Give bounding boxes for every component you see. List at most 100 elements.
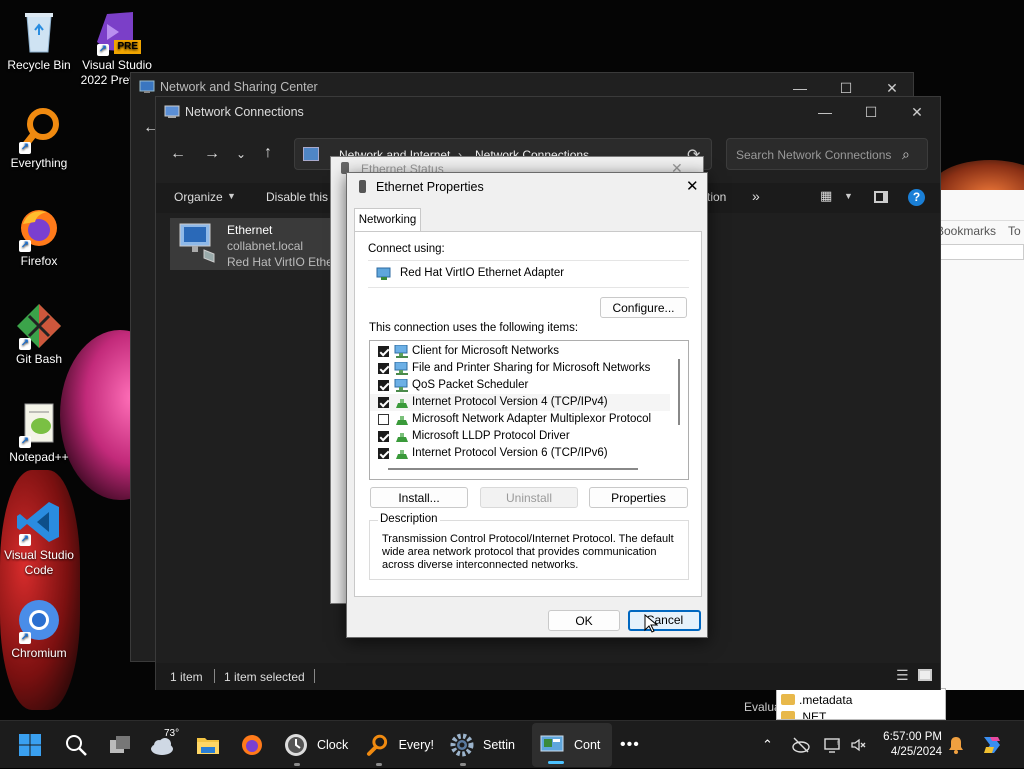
component-checkbox[interactable]	[378, 380, 389, 391]
clock-time: 6:57:00 PM	[883, 731, 942, 743]
weather-widget[interactable]: 73°	[150, 721, 179, 769]
show-hidden-icons-chevron[interactable]: ⌃	[762, 721, 773, 769]
horizontal-scrollbar[interactable]	[388, 468, 638, 470]
component-label: QoS Packet Scheduler	[412, 379, 529, 391]
more-commands-button[interactable]: »	[752, 188, 760, 204]
close-button[interactable]: ✕	[894, 97, 940, 127]
details-view-icon[interactable]: ☰	[896, 667, 909, 684]
component-list-item[interactable]: Internet Protocol Version 4 (TCP/IPv4)	[370, 394, 670, 411]
network-tray-icon[interactable]	[792, 721, 810, 769]
component-label: Microsoft LLDP Protocol Driver	[412, 430, 570, 442]
properties-button[interactable]: Properties	[589, 487, 688, 508]
search-box[interactable]: Search Network Connections ⌕	[726, 138, 928, 170]
desktop-icon-chromium[interactable]: ↗ Chromium	[0, 596, 78, 661]
adapter-name: Red Hat VirtIO Ethernet Adapter	[400, 267, 565, 279]
client-icon	[394, 345, 408, 358]
dialog-title: Ethernet Properties	[376, 180, 484, 194]
desktop-icon-everything[interactable]: ↗ Everything	[0, 106, 78, 171]
vertical-scrollbar[interactable]	[678, 359, 680, 425]
component-list-item[interactable]: QoS Packet Scheduler	[370, 377, 670, 394]
ethernet-properties-icon	[359, 180, 366, 193]
component-list-item[interactable]: File and Printer Sharing for Microsoft N…	[370, 360, 670, 377]
notifications-button[interactable]	[948, 721, 964, 769]
tools-menu[interactable]: To	[1008, 224, 1021, 238]
tab-networking[interactable]: Networking	[354, 208, 421, 232]
up-arrow-icon[interactable]: ↑	[264, 144, 272, 162]
system-clock[interactable]: 6:57:00 PM 4/25/2024	[878, 721, 942, 769]
ok-button[interactable]: OK	[548, 610, 620, 631]
uninstall-button[interactable]: Uninstall	[480, 487, 578, 508]
help-icon[interactable]: ?	[908, 189, 925, 206]
view-dropdown-icon[interactable]: ▼	[844, 191, 853, 201]
browser-window-partial[interactable]: Bookmarks To	[930, 190, 1024, 690]
folder-item[interactable]: .metadata	[799, 693, 852, 707]
large-icons-view-icon[interactable]	[918, 669, 932, 681]
cancel-button[interactable]: Cancel	[628, 610, 701, 631]
start-button[interactable]	[18, 721, 42, 769]
close-button[interactable]: ✕	[686, 177, 699, 195]
taskbar-app-label: Cont	[574, 738, 601, 752]
folder-item[interactable]: .NET	[799, 710, 826, 719]
copilot-button[interactable]	[980, 721, 1004, 769]
forward-arrow-icon[interactable]: →	[204, 145, 220, 163]
components-list[interactable]: Client for Microsoft Networks File and Pr…	[369, 340, 689, 480]
bookmarks-menu[interactable]: Bookmarks	[936, 224, 996, 238]
network-connections-icon	[164, 105, 180, 118]
component-list-item[interactable]: Internet Protocol Version 6 (TCP/IPv6)	[370, 445, 670, 462]
taskbar-app-everything[interactable]: Every!	[366, 721, 434, 769]
toolbar-partial-button[interactable]: tion	[707, 190, 726, 204]
desktop-icon-notepad-plus-plus[interactable]: ↗ Notepad++	[0, 400, 78, 465]
preview-badge: PRE	[114, 40, 141, 54]
component-list-item[interactable]: Microsoft Network Adapter Multiplexor Pr…	[370, 411, 670, 428]
view-options-icon[interactable]: ▦	[820, 188, 832, 204]
shortcut-arrow-icon: ↗	[19, 240, 31, 252]
organize-menu[interactable]: Organize	[174, 190, 223, 204]
item-count: 1 item	[170, 670, 203, 684]
preview-pane-icon[interactable]	[874, 191, 888, 203]
ethernet-properties-dialog[interactable]: Ethernet Properties ✕ Networking Connect…	[346, 172, 708, 638]
recent-locations-chevron-icon[interactable]: ⌄	[236, 147, 246, 161]
desktop-icon-firefox[interactable]: ↗ Firefox	[0, 204, 78, 269]
component-list-item[interactable]: Microsoft LLDP Protocol Driver	[370, 428, 670, 445]
component-checkbox[interactable]	[378, 448, 389, 459]
back-arrow-icon[interactable]: ←	[170, 145, 186, 163]
task-view-button[interactable]	[108, 721, 132, 769]
taskbar-app-clock[interactable]: Clock	[284, 721, 352, 769]
git-bash-icon: ↗	[15, 302, 63, 350]
connection-name: Ethernet	[227, 223, 273, 237]
component-checkbox[interactable]	[378, 397, 389, 408]
vscode-icon: ↗	[15, 498, 63, 546]
file-explorer-button[interactable]	[196, 721, 220, 769]
component-checkbox[interactable]	[378, 414, 389, 425]
network-folder-icon	[303, 147, 319, 161]
minimize-button[interactable]: —	[802, 97, 848, 127]
search-button[interactable]	[64, 721, 88, 769]
cloud-offline-icon	[792, 737, 810, 753]
more-apps-overflow[interactable]: •••	[620, 721, 640, 769]
mouse-cursor-icon	[644, 614, 658, 633]
ethernet-connection-item[interactable]: Ethernet collabnet.local Red Hat VirtIO …	[170, 218, 340, 270]
desktop-icon-vscode[interactable]: ↗ Visual Studio Code	[0, 498, 78, 578]
taskbar-app-control-panel[interactable]: Cont	[532, 723, 612, 767]
client-icon	[394, 362, 408, 375]
disable-device-button[interactable]: Disable this n	[266, 190, 332, 204]
firefox-taskbar-button[interactable]	[240, 721, 264, 769]
component-label: Microsoft Network Adapter Multiplexor Pr…	[412, 413, 652, 425]
title-bar: Network Connections — ☐ ✕	[156, 97, 940, 127]
desktop-icon-recycle-bin[interactable]: Recycle Bin	[0, 8, 78, 73]
desktop-icon-git-bash[interactable]: ↗ Git Bash	[0, 302, 78, 367]
component-checkbox[interactable]	[378, 431, 389, 442]
configure-button[interactable]: Configure...	[600, 297, 687, 318]
component-checkbox[interactable]	[378, 363, 389, 374]
taskbar-app-settings[interactable]: Settin	[450, 721, 518, 769]
display-tray-icon[interactable]: !	[824, 721, 842, 769]
browser-address-bar[interactable]	[938, 244, 1024, 260]
volume-tray-icon[interactable]	[850, 721, 868, 769]
search-icon	[66, 735, 87, 756]
taskbar: 73° Clock Every! Settin Cont ••• ⌃ ! 6:5…	[0, 720, 1024, 768]
maximize-button[interactable]: ☐	[848, 97, 894, 127]
component-list-item[interactable]: Client for Microsoft Networks	[370, 343, 670, 360]
firefox-icon: ↗	[15, 204, 63, 252]
install-button[interactable]: Install...	[370, 487, 468, 508]
component-checkbox[interactable]	[378, 346, 389, 357]
